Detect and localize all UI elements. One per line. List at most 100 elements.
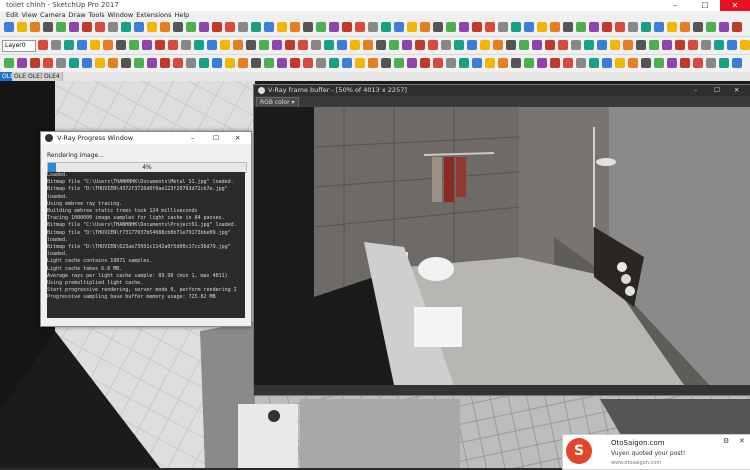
- scene-tab-ole4[interactable]: OLE4: [42, 72, 63, 81]
- tool-icon[interactable]: [667, 58, 677, 68]
- tool-icon[interactable]: [415, 40, 425, 50]
- tool-icon[interactable]: [38, 40, 48, 50]
- tool-icon[interactable]: [155, 40, 165, 50]
- tool-icon[interactable]: [610, 40, 620, 50]
- tool-icon[interactable]: [394, 22, 404, 32]
- tool-icon[interactable]: [649, 40, 659, 50]
- tool-icon[interactable]: [402, 40, 412, 50]
- tool-icon[interactable]: [168, 40, 178, 50]
- tool-icon[interactable]: [615, 58, 625, 68]
- tool-icon[interactable]: [212, 58, 222, 68]
- tool-icon[interactable]: [69, 58, 79, 68]
- tool-icon[interactable]: [233, 40, 243, 50]
- tool-icon[interactable]: [420, 58, 430, 68]
- tool-icon[interactable]: [376, 40, 386, 50]
- tool-icon[interactable]: [420, 22, 430, 32]
- menu-edit[interactable]: Edit: [6, 11, 19, 19]
- tool-icon[interactable]: [550, 58, 560, 68]
- tool-icon[interactable]: [342, 22, 352, 32]
- tool-icon[interactable]: [524, 58, 534, 68]
- tool-icon[interactable]: [454, 40, 464, 50]
- progress-close-button[interactable]: ✕: [235, 132, 240, 144]
- tool-icon[interactable]: [654, 22, 664, 32]
- tool-icon[interactable]: [615, 22, 625, 32]
- tool-icon[interactable]: [636, 40, 646, 50]
- tool-icon[interactable]: [740, 40, 750, 50]
- menu-extensions[interactable]: Extensions: [136, 11, 171, 19]
- tool-icon[interactable]: [524, 22, 534, 32]
- menu-view[interactable]: View: [22, 11, 37, 19]
- tool-icon[interactable]: [693, 22, 703, 32]
- tool-icon[interactable]: [303, 58, 313, 68]
- tool-icon[interactable]: [316, 22, 326, 32]
- tool-icon[interactable]: [433, 22, 443, 32]
- tool-icon[interactable]: [329, 58, 339, 68]
- tool-icon[interactable]: [160, 58, 170, 68]
- tool-icon[interactable]: [51, 40, 61, 50]
- minimize-button[interactable]: –: [660, 0, 690, 11]
- tool-icon[interactable]: [181, 40, 191, 50]
- tool-icon[interactable]: [667, 22, 677, 32]
- tool-icon[interactable]: [4, 58, 14, 68]
- tool-icon[interactable]: [238, 22, 248, 32]
- tool-icon[interactable]: [142, 40, 152, 50]
- tool-icon[interactable]: [675, 40, 685, 50]
- tool-icon[interactable]: [680, 22, 690, 32]
- tool-icon[interactable]: [537, 58, 547, 68]
- tool-icon[interactable]: [129, 40, 139, 50]
- tool-icon[interactable]: [324, 40, 334, 50]
- tool-icon[interactable]: [90, 40, 100, 50]
- tool-icon[interactable]: [485, 58, 495, 68]
- tool-icon[interactable]: [641, 22, 651, 32]
- tool-icon[interactable]: [56, 58, 66, 68]
- tool-icon[interactable]: [95, 58, 105, 68]
- tool-icon[interactable]: [207, 40, 217, 50]
- tool-icon[interactable]: [116, 40, 126, 50]
- tool-icon[interactable]: [433, 58, 443, 68]
- tool-icon[interactable]: [727, 40, 737, 50]
- vfb-close-button[interactable]: ✕: [734, 85, 739, 96]
- maximize-button[interactable]: ☐: [690, 0, 720, 11]
- notification-toast[interactable]: S OtoSaigon.com Vuyen quoted your post! …: [562, 434, 750, 470]
- tool-icon[interactable]: [186, 22, 196, 32]
- tool-icon[interactable]: [407, 22, 417, 32]
- tool-icon[interactable]: [160, 22, 170, 32]
- tool-icon[interactable]: [563, 22, 573, 32]
- tool-icon[interactable]: [628, 22, 638, 32]
- tool-icon[interactable]: [316, 58, 326, 68]
- tool-icon[interactable]: [493, 40, 503, 50]
- tool-icon[interactable]: [701, 40, 711, 50]
- tool-icon[interactable]: [173, 22, 183, 32]
- menu-window[interactable]: Window: [108, 11, 134, 19]
- tool-icon[interactable]: [82, 22, 92, 32]
- tool-icon[interactable]: [285, 40, 295, 50]
- tool-icon[interactable]: [732, 58, 742, 68]
- tool-icon[interactable]: [64, 40, 74, 50]
- progress-minimize-button[interactable]: –: [191, 132, 194, 144]
- tool-icon[interactable]: [506, 40, 516, 50]
- tool-icon[interactable]: [381, 58, 391, 68]
- tool-icon[interactable]: [17, 58, 27, 68]
- tool-icon[interactable]: [641, 58, 651, 68]
- tool-icon[interactable]: [589, 58, 599, 68]
- tool-icon[interactable]: [69, 22, 79, 32]
- tool-icon[interactable]: [394, 58, 404, 68]
- vfb-minimize-button[interactable]: –: [694, 85, 697, 96]
- tool-icon[interactable]: [290, 22, 300, 32]
- tool-icon[interactable]: [134, 22, 144, 32]
- tool-icon[interactable]: [173, 58, 183, 68]
- tool-icon[interactable]: [147, 58, 157, 68]
- tool-icon[interactable]: [95, 22, 105, 32]
- tool-icon[interactable]: [121, 58, 131, 68]
- menu-draw[interactable]: Draw: [69, 11, 86, 19]
- tool-icon[interactable]: [662, 40, 672, 50]
- tool-icon[interactable]: [355, 22, 365, 32]
- tool-icon[interactable]: [30, 22, 40, 32]
- tool-icon[interactable]: [238, 58, 248, 68]
- tool-icon[interactable]: [628, 58, 638, 68]
- tool-icon[interactable]: [251, 58, 261, 68]
- tool-icon[interactable]: [77, 40, 87, 50]
- tool-icon[interactable]: [17, 22, 27, 32]
- tool-icon[interactable]: [43, 22, 53, 32]
- tool-icon[interactable]: [459, 22, 469, 32]
